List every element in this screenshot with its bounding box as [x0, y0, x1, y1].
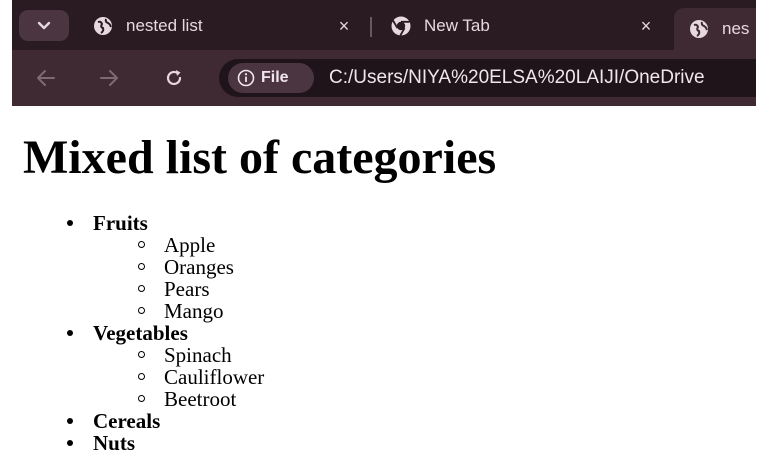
- tab-new-tab[interactable]: New Tab ×: [390, 7, 656, 45]
- tab-strip: nested list × New Tab × nes: [12, 0, 756, 50]
- tab-title: New Tab: [424, 16, 490, 35]
- tab-title: nes: [722, 19, 750, 38]
- close-icon[interactable]: ×: [334, 16, 354, 36]
- page-title: Mixed list of categories: [23, 131, 497, 184]
- list-item: Cauliflower: [138, 366, 264, 388]
- list-item: Oranges: [138, 256, 264, 278]
- site-chip-label: File: [261, 69, 289, 86]
- category-label: Vegetables: [93, 321, 188, 345]
- site-info-chip[interactable]: File: [228, 63, 314, 93]
- list-item: Apple: [138, 234, 264, 256]
- list-item: Fruits Apple Oranges Pears Mango: [67, 212, 264, 322]
- arrow-right-icon: [100, 70, 118, 86]
- list-item: Mango: [138, 300, 264, 322]
- tab-active[interactable]: nes: [674, 8, 756, 50]
- globe-icon: [94, 17, 112, 35]
- list-item: Cereals: [67, 410, 264, 432]
- category-list: Fruits Apple Oranges Pears Mango Vegetab…: [67, 212, 264, 454]
- tab-title: nested list: [126, 16, 203, 35]
- address-bar[interactable]: File C:/Users/NIYA%20ELSA%20LAIJI/OneDri…: [219, 59, 756, 97]
- sub-list: Apple Oranges Pears Mango: [93, 234, 264, 322]
- forward-button[interactable]: [93, 62, 125, 94]
- category-label: Fruits: [93, 211, 148, 235]
- tab-divider: [370, 17, 372, 37]
- category-label: Cereals: [93, 409, 161, 433]
- arrow-left-icon: [37, 70, 55, 86]
- page-content: Mixed list of categories Fruits Apple Or…: [0, 106, 771, 472]
- browser-chrome: nested list × New Tab × nes File C:/User…: [12, 0, 756, 106]
- list-item: Vegetables Spinach Cauliflower Beetroot: [67, 322, 264, 410]
- toolbar: File C:/Users/NIYA%20ELSA%20LAIJI/OneDri…: [12, 50, 756, 106]
- chevron-down-icon: [37, 21, 51, 29]
- globe-icon: [690, 20, 708, 38]
- list-item: Nuts: [67, 432, 264, 454]
- sub-list: Spinach Cauliflower Beetroot: [93, 344, 264, 410]
- reload-icon: [166, 70, 182, 86]
- back-button[interactable]: [30, 62, 62, 94]
- list-item: Spinach: [138, 344, 264, 366]
- tab-search-button[interactable]: [19, 10, 69, 41]
- chrome-icon: [391, 16, 411, 36]
- close-icon[interactable]: ×: [636, 16, 656, 36]
- list-item: Beetroot: [138, 388, 264, 410]
- tab-nested-list[interactable]: nested list ×: [92, 7, 354, 45]
- url-text[interactable]: C:/Users/NIYA%20ELSA%20LAIJI/OneDrive: [329, 67, 705, 89]
- list-item: Pears: [138, 278, 264, 300]
- info-icon: [237, 69, 255, 87]
- reload-button[interactable]: [158, 62, 190, 94]
- category-label: Nuts: [93, 431, 136, 455]
